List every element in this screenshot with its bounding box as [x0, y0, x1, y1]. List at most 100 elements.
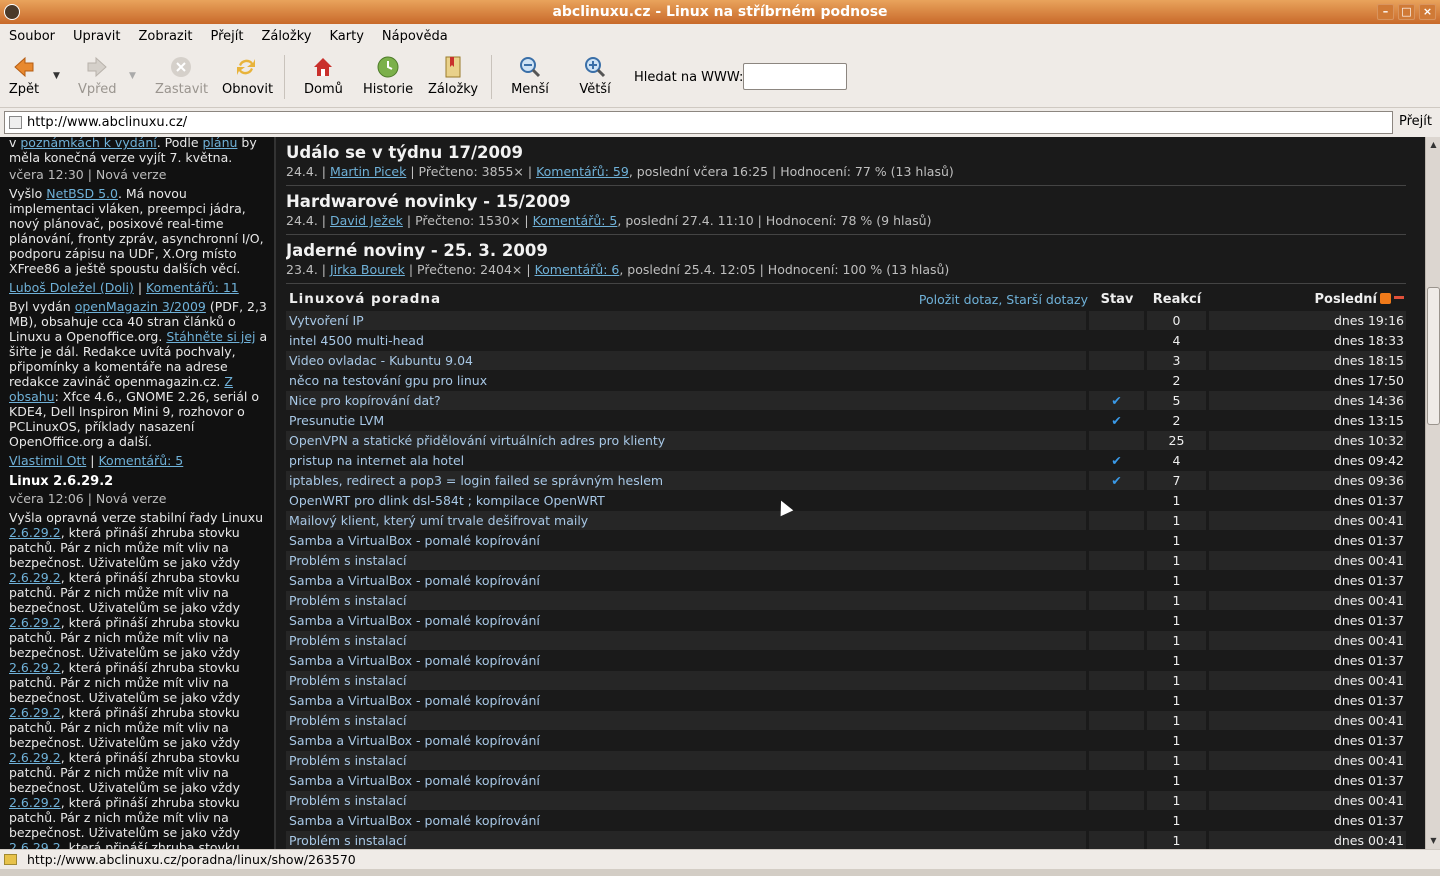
last-reply-time: dnes 19:16: [1209, 310, 1406, 330]
kernel-version-link[interactable]: 2.6.29.2: [9, 525, 61, 540]
stop-button[interactable]: Zastavit: [155, 55, 208, 97]
article-title[interactable]: Jaderné noviny - 25. 3. 2009: [286, 241, 1406, 260]
go-button[interactable]: Přejít: [1399, 114, 1432, 129]
question-link[interactable]: Samba a VirtualBox - pomalé kopírování: [286, 771, 1086, 790]
question-link[interactable]: Problém s instalací: [286, 630, 1086, 650]
question-link[interactable]: Problém s instalací: [286, 750, 1086, 770]
kernel-version-link[interactable]: 2.6.29.2: [9, 795, 61, 810]
question-link[interactable]: Problém s instalací: [286, 550, 1086, 570]
zoom-in-button[interactable]: Větší: [578, 55, 612, 97]
question-link[interactable]: iptables, redirect a pop3 = login failed…: [286, 470, 1086, 490]
url-input[interactable]: http://www.abclinuxu.cz/: [4, 111, 1393, 134]
solved-check-icon: [1089, 830, 1144, 849]
question-link[interactable]: Problém s instalací: [286, 790, 1086, 810]
author-link[interactable]: Martin Picek: [330, 164, 406, 179]
question-link[interactable]: Nice pro kopírování dat?: [286, 390, 1086, 410]
netbsd-link[interactable]: NetBSD 5.0: [46, 186, 118, 201]
bookmarks-button[interactable]: Záložky: [428, 55, 478, 97]
menu-go[interactable]: Přejít: [210, 29, 243, 44]
vertical-scrollbar[interactable]: ▲ ▼: [1425, 137, 1440, 849]
question-link[interactable]: OpenWRT pro dlink dsl-584t ; kompilace O…: [286, 491, 1086, 510]
collapse-icon[interactable]: [1394, 295, 1404, 299]
menu-bookmarks[interactable]: Záložky: [261, 29, 311, 44]
question-link[interactable]: OpenVPN a statické přidělování virtuální…: [286, 430, 1086, 450]
kernel-version-link[interactable]: 2.6.29.2: [9, 615, 61, 630]
home-button[interactable]: Domů: [304, 55, 343, 97]
question-link[interactable]: Samba a VirtualBox - pomalé kopírování: [286, 691, 1086, 710]
question-link[interactable]: Vytvoření IP: [286, 310, 1086, 330]
scroll-thumb[interactable]: [1427, 287, 1440, 425]
maximize-icon[interactable]: □: [1398, 4, 1415, 20]
navigation-toolbar: Zpět ▼ Vpřed ▼ Zastavit Obnovit Domů His…: [0, 49, 1440, 108]
menu-help[interactable]: Nápověda: [382, 29, 448, 44]
question-link[interactable]: intel 4500 multi-head: [286, 331, 1086, 350]
scroll-down-icon[interactable]: ▼: [1427, 834, 1440, 848]
question-link[interactable]: Mailový klient, který umí trvale dešifro…: [286, 510, 1086, 530]
question-link[interactable]: Samba a VirtualBox - pomalé kopírování: [286, 811, 1086, 830]
replies-count: 1: [1147, 830, 1206, 849]
release-notes-link[interactable]: poznámkách k vydání: [20, 137, 156, 150]
author-link[interactable]: Luboš Doležel (Doli): [9, 280, 134, 295]
older-questions-link[interactable]: Starší dotazy: [1006, 292, 1088, 307]
openmagazin-link[interactable]: openMagazin 3/2009: [75, 299, 206, 314]
reload-button[interactable]: Obnovit: [222, 55, 273, 97]
comments-link[interactable]: Komentářů: 5: [98, 453, 183, 468]
forward-button[interactable]: Vpřed: [78, 55, 116, 97]
question-link[interactable]: něco na testování gpu pro linux: [286, 371, 1086, 390]
comments-link[interactable]: Komentářů: 5: [533, 213, 618, 228]
news-sidebar: v poznámkách k vydání. Podle plánu by mě…: [0, 137, 276, 849]
kernel-version-link[interactable]: 2.6.29.2: [9, 570, 61, 585]
comments-link[interactable]: Komentářů: 11: [146, 280, 239, 295]
history-button[interactable]: Historie: [363, 55, 413, 97]
replies-count: 1: [1172, 572, 1181, 588]
menu-edit[interactable]: Upravit: [73, 29, 120, 44]
author-link[interactable]: David Ježek: [330, 213, 403, 228]
question-link[interactable]: Samba a VirtualBox - pomalé kopírování: [286, 611, 1086, 630]
web-search-input[interactable]: [743, 63, 847, 90]
download-link[interactable]: Stáhněte si jej: [166, 329, 255, 344]
question-link[interactable]: Problém s instalací: [286, 830, 1086, 849]
forum-row: Problém s instalací 1 dnes 00:41: [286, 790, 1406, 810]
kernel-version-link[interactable]: 2.6.29.2: [9, 750, 61, 765]
back-history-dropdown-icon[interactable]: ▼: [53, 71, 60, 81]
question-link[interactable]: Presunutie LVM: [286, 411, 1086, 430]
question-link[interactable]: Problém s instalací: [286, 710, 1086, 730]
scroll-up-icon[interactable]: ▲: [1427, 138, 1440, 152]
forward-history-dropdown-icon[interactable]: ▼: [129, 71, 136, 81]
menu-file[interactable]: Soubor: [9, 29, 55, 44]
kernel-version-link[interactable]: 2.6.29.2: [9, 705, 61, 720]
close-icon[interactable]: ×: [1419, 4, 1436, 20]
article-title[interactable]: Událo se v týdnu 17/2009: [286, 143, 1406, 162]
forum-header: Linuxová poradna Položit dotaz, Starší d…: [286, 288, 1406, 310]
zoom-out-button[interactable]: Menší: [511, 55, 549, 97]
kernel-version-link[interactable]: 2.6.29.2: [9, 660, 61, 675]
forum-row: Samba a VirtualBox - pomalé kopírování 1 d…: [286, 770, 1406, 790]
back-button[interactable]: Zpět: [8, 55, 40, 97]
ask-question-link[interactable]: Položit dotaz: [919, 292, 998, 307]
menu-tabs[interactable]: Karty: [329, 29, 363, 44]
kernel-version-link[interactable]: 2.6.29.2: [9, 840, 61, 849]
article-meta: 23.4. | Jirka Bourek | Přečteno: 2404× |…: [286, 260, 1406, 284]
last-reply-time: dnes 00:41: [1209, 790, 1406, 810]
minimize-icon[interactable]: –: [1377, 4, 1394, 20]
question-link[interactable]: Problém s instalací: [286, 670, 1086, 690]
author-link[interactable]: Vlastimil Ott: [9, 453, 86, 468]
security-icon[interactable]: [4, 854, 17, 865]
question-link[interactable]: Samba a VirtualBox - pomalé kopírování: [286, 651, 1086, 670]
question-link[interactable]: Video ovladac - Kubuntu 9.04: [286, 350, 1086, 370]
menu-view[interactable]: Zobrazit: [138, 29, 192, 44]
rss-icon[interactable]: [1380, 292, 1391, 304]
question-link[interactable]: Samba a VirtualBox - pomalé kopírování: [286, 731, 1086, 750]
question-link[interactable]: Samba a VirtualBox - pomalé kopírování: [286, 531, 1086, 550]
article-title[interactable]: Hardwarové novinky - 15/2009: [286, 192, 1406, 211]
comments-link[interactable]: Komentářů: 59: [536, 164, 629, 179]
forum-row: Samba a VirtualBox - pomalé kopírování 1 d…: [286, 810, 1406, 830]
question-link[interactable]: pristup na internet ala hotel: [286, 451, 1086, 470]
author-link[interactable]: Jirka Bourek: [330, 262, 405, 277]
plan-link[interactable]: plánu: [203, 137, 238, 150]
forum-row: Samba a VirtualBox - pomalé kopírování 1 d…: [286, 570, 1406, 590]
question-link[interactable]: Problém s instalací: [286, 590, 1086, 610]
question-link[interactable]: Samba a VirtualBox - pomalé kopírování: [286, 571, 1086, 590]
comments-link[interactable]: Komentářů: 6: [535, 262, 620, 277]
app-icon[interactable]: [4, 4, 20, 20]
